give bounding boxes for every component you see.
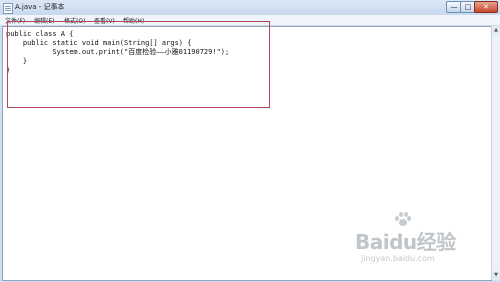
- watermark-url: jingyan.baidu.com: [361, 254, 435, 263]
- close-button[interactable]: ✕: [474, 1, 498, 13]
- baidu-watermark: Baidu经验 jingyan.baidu.com: [355, 210, 495, 280]
- watermark-brand: Baidu经验: [355, 230, 456, 254]
- paw-icon: [395, 212, 411, 226]
- highlight-box: [7, 21, 270, 108]
- window-title: A.java - 记事本: [15, 3, 65, 11]
- scroll-up-icon[interactable]: ▲: [492, 26, 500, 35]
- title-bar[interactable]: A.java - 记事本 — □ ✕: [0, 0, 500, 16]
- notepad-icon: [3, 3, 13, 14]
